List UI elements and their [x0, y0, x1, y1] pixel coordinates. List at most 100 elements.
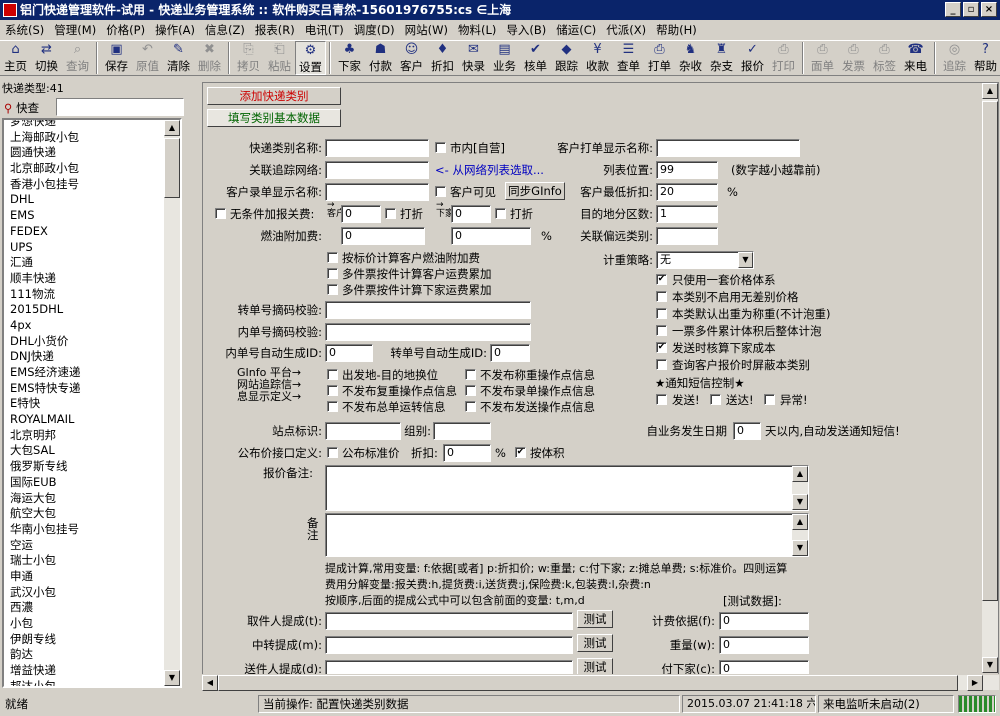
transfer-test-button[interactable]: 测试 — [577, 634, 613, 652]
name-input[interactable] — [325, 139, 429, 157]
category-list-item[interactable]: 顺丰快递 — [10, 271, 170, 287]
g4-checkbox[interactable] — [465, 385, 476, 396]
sms-error-checkbox[interactable] — [764, 394, 775, 405]
menu-item-11[interactable]: 储运(C) — [551, 22, 601, 38]
toolbar-button-15[interactable]: ▤ 业务 — [489, 41, 520, 75]
remote-input[interactable] — [656, 227, 718, 245]
g3-checkbox[interactable] — [327, 385, 338, 396]
category-list-item[interactable]: 北京邮政小包 — [10, 161, 170, 177]
scroll-thumb[interactable] — [164, 138, 180, 198]
category-list-item[interactable]: 小包 — [10, 616, 170, 632]
toolbar-button-14[interactable]: ✉ 快录 — [458, 41, 489, 75]
category-list-item[interactable]: 华南小包挂号 — [10, 522, 170, 538]
toolbar-button-8[interactable]: ⎗ 粘贴 — [264, 41, 295, 75]
scroll-thumb[interactable] — [218, 675, 958, 691]
menu-item-13[interactable]: 帮助(H) — [651, 22, 702, 38]
scroll-down-arrow-icon[interactable]: ▼ — [792, 494, 808, 510]
scroll-up-arrow-icon[interactable]: ▲ — [792, 514, 808, 530]
opt5-checkbox[interactable]: ✔ — [656, 342, 667, 353]
category-list-item[interactable]: 伊朗专线 — [10, 632, 170, 648]
category-list-item[interactable]: 瑞士小包 — [10, 553, 170, 569]
toolbar-button-20[interactable]: ⎙ 打单 — [644, 41, 675, 75]
toolbar-button-26[interactable]: ⎙ 发票 — [838, 41, 869, 75]
toolbar-button-18[interactable]: ¥ 收款 — [582, 41, 613, 75]
next-fee-discount-checkbox[interactable] — [495, 208, 506, 219]
category-list-item[interactable]: UPS — [10, 240, 170, 256]
category-list-item[interactable]: 西濃 — [10, 600, 170, 616]
customer-fee-discount-checkbox[interactable] — [385, 208, 396, 219]
menu-item-12[interactable]: 代派(X) — [601, 22, 651, 38]
pickup-input[interactable] — [325, 612, 573, 630]
category-list-item[interactable]: ROYALMAIL — [10, 412, 170, 428]
toolbar-button-22[interactable]: ♜ 杂支 — [706, 41, 737, 75]
menu-item-1[interactable]: 管理(M) — [49, 22, 101, 38]
category-list-item[interactable]: 俄罗斯专线 — [10, 459, 170, 475]
sms-send-checkbox[interactable] — [656, 394, 667, 405]
note-textarea[interactable]: ▲ ▼ — [325, 513, 809, 557]
quick-search-input[interactable] — [56, 98, 184, 116]
g1-checkbox[interactable] — [327, 369, 338, 380]
category-list-item[interactable]: 111物流 — [10, 287, 170, 303]
category-list-item[interactable]: EMS经济速递 — [10, 365, 170, 381]
toolbar-button-5[interactable]: ✎ 清除 — [163, 41, 194, 75]
customer-fee-input[interactable]: 0 — [341, 205, 381, 223]
category-list-item[interactable]: DNJ快递 — [10, 349, 170, 365]
toolbar-button-21[interactable]: ♞ 杂收 — [675, 41, 706, 75]
entry-name-input[interactable] — [325, 183, 429, 201]
category-list-item[interactable]: 航空大包 — [10, 506, 170, 522]
category-list-item[interactable]: 梦想快递 — [10, 120, 170, 130]
scroll-up-arrow-icon[interactable]: ▲ — [792, 466, 808, 482]
inner-auto-input[interactable]: 0 — [325, 344, 373, 362]
category-list-item[interactable]: 邦达小包 — [10, 679, 170, 686]
toolbar-button-16[interactable]: ✔ 核单 — [520, 41, 551, 75]
inner-check-input[interactable] — [325, 323, 531, 341]
min-discount-input[interactable]: 20 — [656, 183, 718, 201]
menu-item-6[interactable]: 电讯(T) — [300, 22, 349, 38]
category-list-item[interactable]: FEDEX — [10, 224, 170, 240]
note-scrollbar[interactable]: ▲ ▼ — [792, 514, 808, 556]
by-volume-checkbox[interactable]: ✔ — [515, 447, 526, 458]
toolbar-button-27[interactable]: ⎙ 标签 — [869, 41, 900, 75]
scroll-down-arrow-icon[interactable]: ▼ — [792, 540, 808, 556]
category-list-item[interactable]: 大包SAL — [10, 443, 170, 459]
scroll-down-arrow-icon[interactable]: ▼ — [982, 657, 998, 673]
chevron-down-icon[interactable]: ▼ — [738, 252, 753, 268]
sms-delivered-checkbox[interactable] — [710, 394, 721, 405]
multi-customer-checkbox[interactable] — [327, 268, 338, 279]
category-list-item[interactable]: 圆通快递 — [10, 145, 170, 161]
menu-item-8[interactable]: 网站(W) — [400, 22, 453, 38]
opt3-checkbox[interactable] — [656, 308, 667, 319]
category-list-item[interactable]: DHL — [10, 192, 170, 208]
track-input[interactable] — [325, 161, 429, 179]
scroll-down-arrow-icon[interactable]: ▼ — [164, 670, 180, 686]
scroll-thumb[interactable] — [982, 101, 998, 601]
toolbar-button-24[interactable]: ⎙ 打印 — [768, 41, 799, 75]
category-list-item[interactable]: 增益快递 — [10, 663, 170, 679]
weight-input[interactable]: 0 — [719, 636, 809, 654]
print-name-input[interactable] — [656, 139, 800, 157]
g2-checkbox[interactable] — [465, 369, 476, 380]
toolbar-button-2[interactable]: ⌕ 查询 — [62, 41, 93, 75]
fuel-next-input[interactable]: 0 — [451, 227, 531, 245]
toolbar-button-0[interactable]: ⌂ 主页 — [0, 41, 31, 75]
category-list-item[interactable]: 国际EUB — [10, 475, 170, 491]
customer-visible-checkbox[interactable] — [435, 186, 446, 197]
category-list-item[interactable]: 韵达 — [10, 647, 170, 663]
toolbar-button-25[interactable]: ⎙ 面单 — [807, 41, 838, 75]
zones-input[interactable]: 1 — [656, 205, 718, 223]
opt6-checkbox[interactable] — [656, 359, 667, 370]
form-scrollbar[interactable]: ▲ ▼ — [982, 83, 998, 673]
toolbar-button-4[interactable]: ↶ 原值 — [132, 41, 163, 75]
menu-item-2[interactable]: 价格(P) — [101, 22, 150, 38]
category-list-item[interactable]: 武汉小包 — [10, 585, 170, 601]
g5-checkbox[interactable] — [327, 401, 338, 412]
minimize-button[interactable]: _ — [945, 2, 961, 17]
public-std-checkbox[interactable] — [327, 447, 338, 458]
opt1-checkbox[interactable]: ✔ — [656, 274, 667, 285]
transfer-check-input[interactable] — [325, 301, 531, 319]
site-input[interactable] — [325, 422, 401, 440]
menu-item-5[interactable]: 报表(R) — [250, 22, 300, 38]
scroll-up-arrow-icon[interactable]: ▲ — [164, 120, 180, 136]
g6-checkbox[interactable] — [465, 401, 476, 412]
transfer-auto-input[interactable]: 0 — [490, 344, 530, 362]
